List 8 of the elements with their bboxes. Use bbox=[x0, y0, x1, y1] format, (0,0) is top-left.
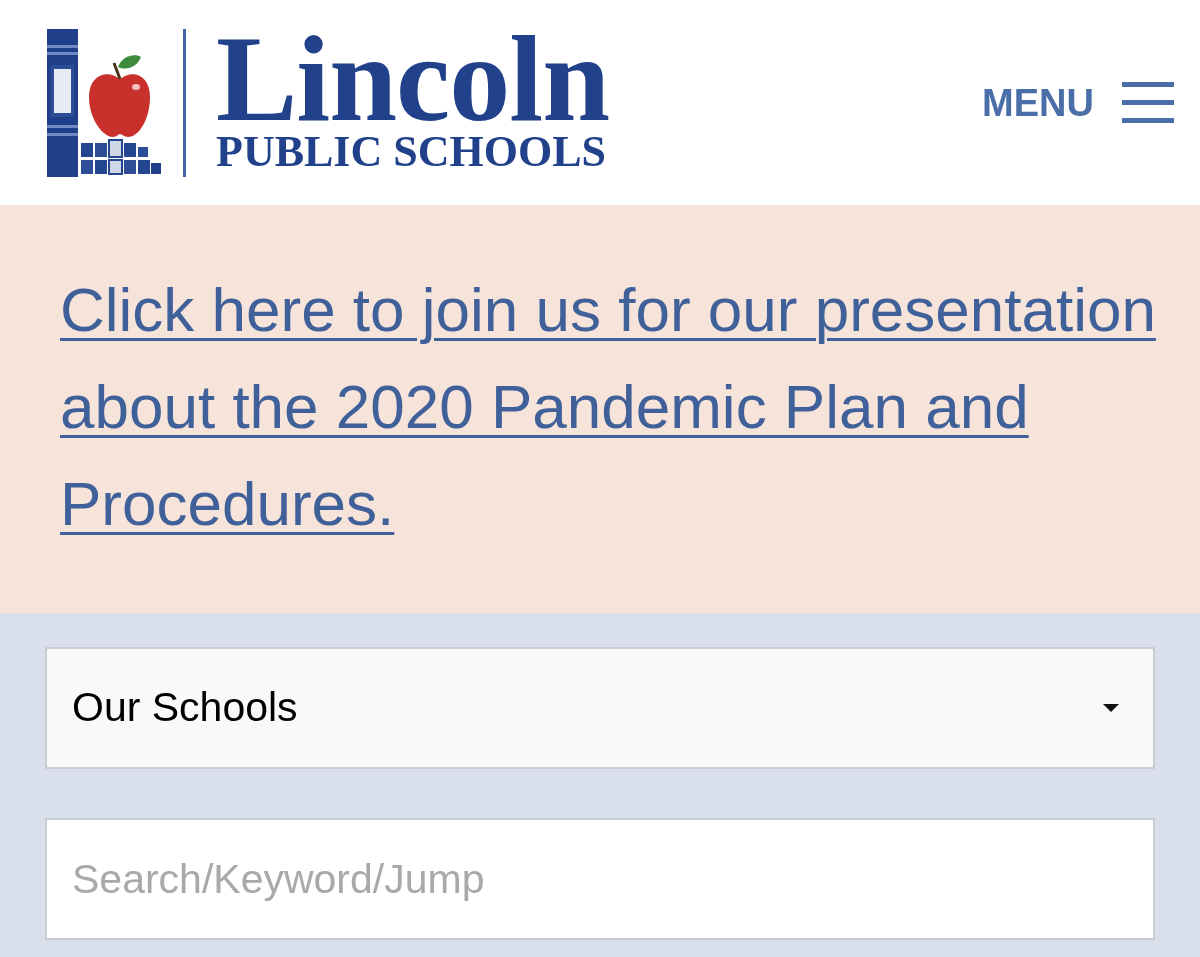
menu-icon bbox=[1122, 82, 1174, 123]
search-field[interactable]: Search/Keyword/Jump bbox=[45, 818, 1155, 940]
logo-title: Lincoln bbox=[216, 29, 609, 128]
caret-icon bbox=[1103, 704, 1119, 712]
logo-subtitle: PUBLIC SCHOOLS bbox=[216, 127, 607, 176]
announcement-link[interactable]: Click here to join us for our presentation about the 2020 Pandemic Plan and Procedures. bbox=[60, 261, 1164, 552]
schools-dropdown[interactable]: Our Schools bbox=[45, 647, 1155, 769]
menu-button[interactable]: MENU bbox=[982, 82, 1174, 123]
